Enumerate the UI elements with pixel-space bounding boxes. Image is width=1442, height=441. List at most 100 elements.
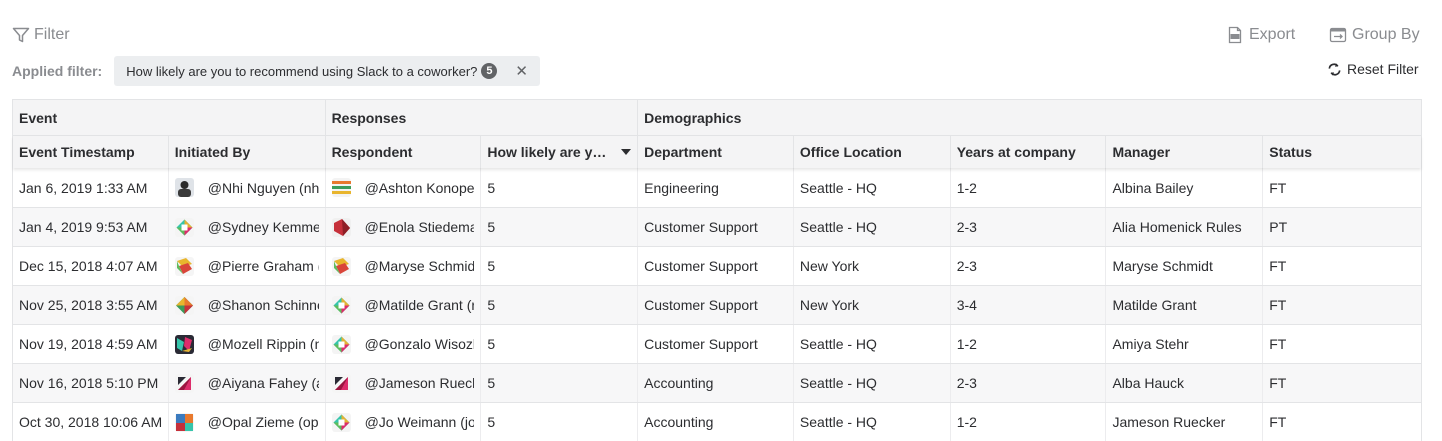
cell-initiated-by[interactable]: @Nhi Nguyen (nhi [169,168,326,207]
respondent-name: @Matilde Grant (r [364,297,475,313]
cell-initiated-by[interactable]: @Pierre Graham ( [169,247,326,285]
avatar [174,256,194,276]
filter-chip[interactable]: How likely are you to recommend using Sl… [114,56,540,86]
table-row[interactable]: Jan 4, 2019 9:53 AM @Sydney Kemme @Enola S… [13,207,1421,246]
cell-initiated-by[interactable]: @Aiyana Fahey (a [169,364,326,402]
avatar [174,178,194,197]
export-button[interactable]: Export [1226,26,1295,44]
initiator-name: @Opal Zieme (op [207,414,319,430]
avatar [331,217,351,237]
table-row[interactable]: Nov 19, 2018 4:59 AM @Mozell Rippin (n @Go… [13,324,1421,363]
cell-initiated-by[interactable]: @Opal Zieme (op [169,403,326,441]
column-header-office-location[interactable]: Office Location [794,136,951,168]
cell-office-location: Seattle - HQ [794,168,951,207]
column-header-how-likely-label: How likely are y… [487,144,607,160]
cell-department: Customer Support [638,286,794,324]
cell-office-location: Seattle - HQ [794,364,951,402]
cell-status: FT [1269,179,1287,196]
export-label: Export [1249,26,1296,43]
column-header-status[interactable]: Status [1263,136,1421,168]
cell-score: 5 [481,364,639,402]
filter-button[interactable]: Filter [12,26,70,44]
applied-filter-label: Applied filter: [12,63,103,79]
table-row[interactable]: Nov 25, 2018 3:55 AM @Shanon Schinne @Mati… [13,285,1421,324]
cell-status: FT [1269,414,1287,430]
cell-status: FT [1269,375,1287,391]
cell-manager: Albina Bailey [1106,168,1264,207]
reset-filter-label: Reset Filter [1347,61,1419,77]
avatar [331,178,351,197]
respondent-name: @Enola Stiedema [364,219,475,235]
avatar [331,373,351,393]
avatar [174,295,194,315]
cell-score: 5 [481,286,639,324]
avatar [174,334,194,354]
cell-score: 5 [481,168,639,207]
reset-filter-button[interactable]: Reset Filter [1327,61,1419,77]
filter-label: Filter [34,26,70,43]
cell-score: 5 [481,247,639,285]
cell-manager: Maryse Schmidt [1106,247,1264,285]
initiator-name: @Pierre Graham ( [207,258,319,274]
cell-score: 5 [481,208,639,246]
initiator-name: @Nhi Nguyen (nhi [207,179,319,196]
sort-descending-icon[interactable] [621,149,632,155]
cell-department: Customer Support [638,247,794,285]
column-header-event-timestamp[interactable]: Event Timestamp [13,136,169,168]
avatar [174,373,194,393]
cell-initiated-by[interactable]: @Sydney Kemme [169,208,326,246]
cell-respondent[interactable]: @Matilde Grant (r [326,286,482,324]
cell-event-timestamp: Nov 16, 2018 5:10 PM [13,364,169,402]
cell-event-timestamp: Jan 6, 2019 1:33 AM [13,168,169,207]
cell-respondent[interactable]: @Ashton Konopel [326,168,482,207]
cell-score: 5 [481,325,639,363]
table-row[interactable]: Oct 30, 2018 10:06 AM @Opal Zieme (op @Jo … [13,402,1421,441]
table-row[interactable]: Jan 6, 2019 1:33 AM @Nhi Nguyen (nhi @Asht… [13,168,1421,207]
initiator-name: @Shanon Schinne [207,297,319,313]
cell-respondent[interactable]: @Enola Stiedema [326,208,482,246]
column-header-how-likely[interactable]: How likely are y… [481,136,639,168]
close-icon[interactable]: ✕ [515,62,528,80]
cell-manager: Matilde Grant [1106,286,1264,324]
table-row[interactable]: Nov 16, 2018 5:10 PM @Aiyana Fahey (a @Jam… [13,363,1421,402]
column-header-initiated-by[interactable]: Initiated By [169,136,326,168]
cell-event-timestamp: Jan 4, 2019 9:53 AM [13,208,169,246]
cell-respondent[interactable]: @Jameson Rueck [326,364,482,402]
cell-manager: Alba Hauck [1106,364,1264,402]
avatar [174,217,194,237]
table-body: Jan 6, 2019 1:33 AM @Nhi Nguyen (nhi @Asht… [13,168,1421,441]
cell-initiated-by[interactable]: @Shanon Schinne [169,286,326,324]
cell-event-timestamp: Dec 15, 2018 4:07 AM [13,247,169,285]
table-row[interactable]: Dec 15, 2018 4:07 AM @Pierre Graham ( @Mar… [13,246,1421,285]
column-header-department[interactable]: Department [638,136,794,168]
cell-event-timestamp: Oct 30, 2018 10:06 AM [13,403,169,441]
column-header-years-at-company[interactable]: Years at company [951,136,1107,168]
initiator-name: @Mozell Rippin (n [207,336,319,352]
cell-respondent[interactable]: @Jo Weimann (jo [326,403,482,441]
cell-department: Customer Support [638,325,794,363]
column-header-manager[interactable]: Manager [1106,136,1264,168]
cell-respondent[interactable]: @Maryse Schmidt [326,247,482,285]
cell-initiated-by[interactable]: @Mozell Rippin (n [169,325,326,363]
column-header-respondent[interactable]: Respondent [326,136,482,168]
group-by-button[interactable]: Group By [1329,26,1420,44]
cell-office-location: New York [794,247,951,285]
cell-status: FT [1269,336,1287,352]
respondent-name: @Jo Weimann (jo [364,414,475,430]
cell-status: FT [1269,297,1287,313]
cell-event-timestamp: Nov 25, 2018 3:55 AM [13,286,169,324]
cell-years-at-company: 1-2 [951,325,1107,363]
cell-manager: Jameson Ruecker [1106,403,1264,441]
initiator-name: @Sydney Kemme [207,219,319,235]
cell-department: Customer Support [638,208,794,246]
column-group-demographics: Demographics [644,109,742,126]
cell-respondent[interactable]: @Gonzalo Wisozk [326,325,482,363]
results-table: Event Responses Demographics Event Times… [12,99,1422,441]
cell-manager: Amiya Stehr [1106,325,1264,363]
respondent-name: @Jameson Rueck [364,375,475,391]
cell-years-at-company: 2-3 [951,364,1107,402]
cell-manager: Alia Homenick Rules [1106,208,1264,246]
respondent-name: @Gonzalo Wisozk [364,336,475,352]
cell-status: FT [1269,258,1287,274]
respondent-name: @Maryse Schmidt [364,258,475,274]
